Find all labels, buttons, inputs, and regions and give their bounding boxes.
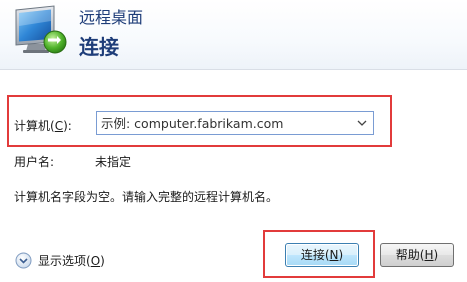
username-value: 未指定: [95, 155, 132, 169]
connect-button[interactable]: 连接(N): [285, 243, 359, 267]
connect-button-suffix: ): [338, 248, 344, 262]
remote-desktop-icon: [15, 5, 67, 54]
app-title: 远程桌面: [79, 8, 144, 27]
show-options-toggle[interactable]: 显示选项(O): [15, 250, 105, 270]
help-accesskey: H: [424, 248, 434, 262]
show-options-suffix: ): [100, 253, 105, 268]
help-button-suffix: ): [433, 248, 439, 262]
show-options-accesskey: O: [90, 253, 101, 268]
computer-input[interactable]: [97, 112, 349, 134]
computer-accesskey: C: [54, 119, 64, 133]
validation-hint: 计算机名字段为空。请输入完整的远程计算机名。: [14, 190, 279, 204]
computer-label-text: 计算机(: [14, 119, 55, 133]
computer-combobox[interactable]: [96, 111, 374, 135]
chevron-down-icon[interactable]: [351, 112, 373, 134]
expand-circle-icon[interactable]: [15, 252, 32, 269]
dialog-header: 远程桌面 连接: [0, 0, 467, 70]
help-button-text: 帮助(: [395, 248, 425, 262]
help-button[interactable]: 帮助(H): [380, 243, 454, 267]
computer-label-suffix: ):: [63, 119, 72, 133]
computer-label: 计算机(C):: [14, 118, 72, 134]
connect-button-text: 连接(: [300, 248, 330, 262]
show-options-label: 显示选项(O): [38, 252, 105, 269]
page-title: 连接: [79, 35, 119, 59]
show-options-text: 显示选项(: [38, 253, 91, 268]
username-label: 用户名:: [14, 155, 55, 169]
